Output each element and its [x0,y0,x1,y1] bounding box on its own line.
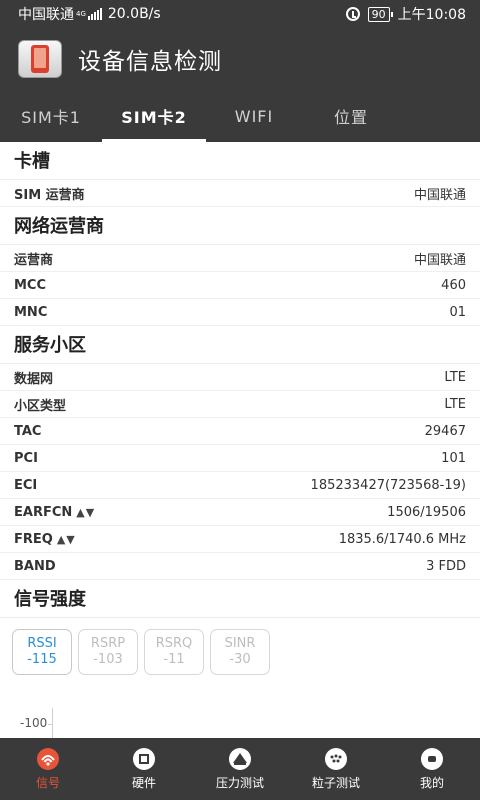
metric-value: -115 [27,652,57,667]
chart-y-axis [52,708,53,738]
row-value: LTE [444,396,466,412]
nav-item-particle-test[interactable]: 粒子测试 [288,738,384,800]
signal-metric-selector: RSSI -115 RSRP -103 RSRQ -11 SINR -30 [0,618,480,686]
nav-label: 压力测试 [215,776,264,790]
rsrp-button[interactable]: RSRP -103 [78,629,138,675]
row-key: EARFCN [14,504,73,520]
row-key: PCI [14,450,38,466]
metric-value: -30 [229,652,251,667]
chart-y-tick-label: -100 [20,716,48,730]
alarm-icon [345,7,360,21]
bottom-navigation: 信号 硬件 压力测试 粒子测试 我的 [0,738,480,800]
row-value: 01 [449,304,466,320]
list-item: ECI 185233427(723568-19) [0,472,480,499]
nav-label: 我的 [419,776,444,790]
section-title-network: 网络运营商 [0,207,480,245]
sinr-button[interactable]: SINR -30 [210,629,270,675]
row-key: FREQ [14,531,53,547]
nav-label: 信号 [35,776,60,790]
list-item: PCI 101 [0,445,480,472]
row-value: 3 FDD [426,558,466,574]
row-key: MNC [14,304,48,320]
list-item: 小区类型 LTE [0,391,480,418]
list-item: MNC 01 [0,299,480,326]
nav-item-hardware[interactable]: 硬件 [96,738,192,800]
page-title: 设备信息检测 [78,49,222,75]
nav-item-profile[interactable]: 我的 [384,738,480,800]
row-value: 中国联通 [413,187,466,203]
row-key: TAC [14,423,42,439]
carrier-label: 中国联通 [18,7,74,23]
list-item: EARFCN ▲▼ 1506/19506 [0,499,480,526]
list-item: TAC 29467 [0,418,480,445]
section-title-signal: 信号强度 [0,580,480,618]
row-key: MCC [14,277,47,293]
status-bar: 中国联通 4G 20.0B/s 90 上午10:08 [0,0,480,28]
row-key: SIM 运营商 [14,187,85,203]
cell-signal-icon [87,8,102,20]
metric-label: RSRQ [155,636,193,651]
network-type: 4G [76,9,86,18]
list-item: SIM 运营商 中国联通 [0,180,480,207]
clock: 上午10:08 [397,7,466,23]
list-item: 运营商 中国联通 [0,245,480,272]
section-title-slot: 卡槽 [0,142,480,180]
row-value: 1506/19506 [387,504,466,520]
info-list[interactable]: 卡槽 SIM 运营商 中国联通 网络运营商 运营商 中国联通 MCC 460 M… [0,142,480,738]
row-key: BAND [14,558,56,574]
rssi-button[interactable]: RSSI -115 [12,629,72,675]
row-value: 中国联通 [413,252,466,268]
particle-test-icon [325,748,347,770]
row-key: ECI [14,477,38,493]
sort-arrows-icon[interactable]: ▲▼ [76,506,95,519]
nav-item-signal[interactable]: 信号 [0,738,96,800]
list-item: FREQ ▲▼ 1835.6/1740.6 MHz [0,526,480,553]
metric-value: -11 [163,652,185,667]
nav-item-stress-test[interactable]: 压力测试 [192,738,288,800]
metric-value: -103 [93,652,123,667]
section-title-cell: 服务小区 [0,326,480,364]
nav-label: 粒子测试 [311,776,360,790]
row-value: 101 [441,450,466,466]
tab-sim1[interactable]: SIM卡1 [0,90,102,142]
row-value: 185233427(723568-19) [310,477,466,493]
app-logo-icon [18,40,62,78]
row-value: 1835.6/1740.6 MHz [338,531,466,547]
signal-chart: -100 [0,686,480,738]
profile-icon [421,748,443,770]
battery-icon: 90 [367,6,393,22]
row-value: 460 [441,277,466,293]
row-key: 数据网 [14,371,54,387]
nav-label: 硬件 [131,776,156,790]
signal-icon [37,748,59,770]
list-item: MCC 460 [0,272,480,299]
stress-test-icon [229,748,251,770]
list-item: 数据网 LTE [0,364,480,391]
metric-label: RSRP [90,636,126,651]
row-value: LTE [444,369,466,385]
tab-location[interactable]: 位置 [302,90,400,142]
list-item: BAND 3 FDD [0,553,480,580]
tab-wifi[interactable]: WIFI [206,90,302,142]
row-value: 29467 [424,423,466,439]
hardware-icon [133,748,155,770]
tab-bar: SIM卡1 SIM卡2 WIFI 位置 [0,90,480,142]
sort-arrows-icon[interactable]: ▲▼ [57,533,76,546]
row-key: 运营商 [14,252,54,268]
tab-sim2[interactable]: SIM卡2 [102,90,206,142]
metric-label: SINR [224,636,256,651]
app-bar: 设备信息检测 [0,28,480,90]
network-speed: 20.0B/s [107,6,161,22]
metric-label: RSSI [27,636,57,651]
row-key: 小区类型 [14,398,67,414]
rsrq-button[interactable]: RSRQ -11 [144,629,204,675]
